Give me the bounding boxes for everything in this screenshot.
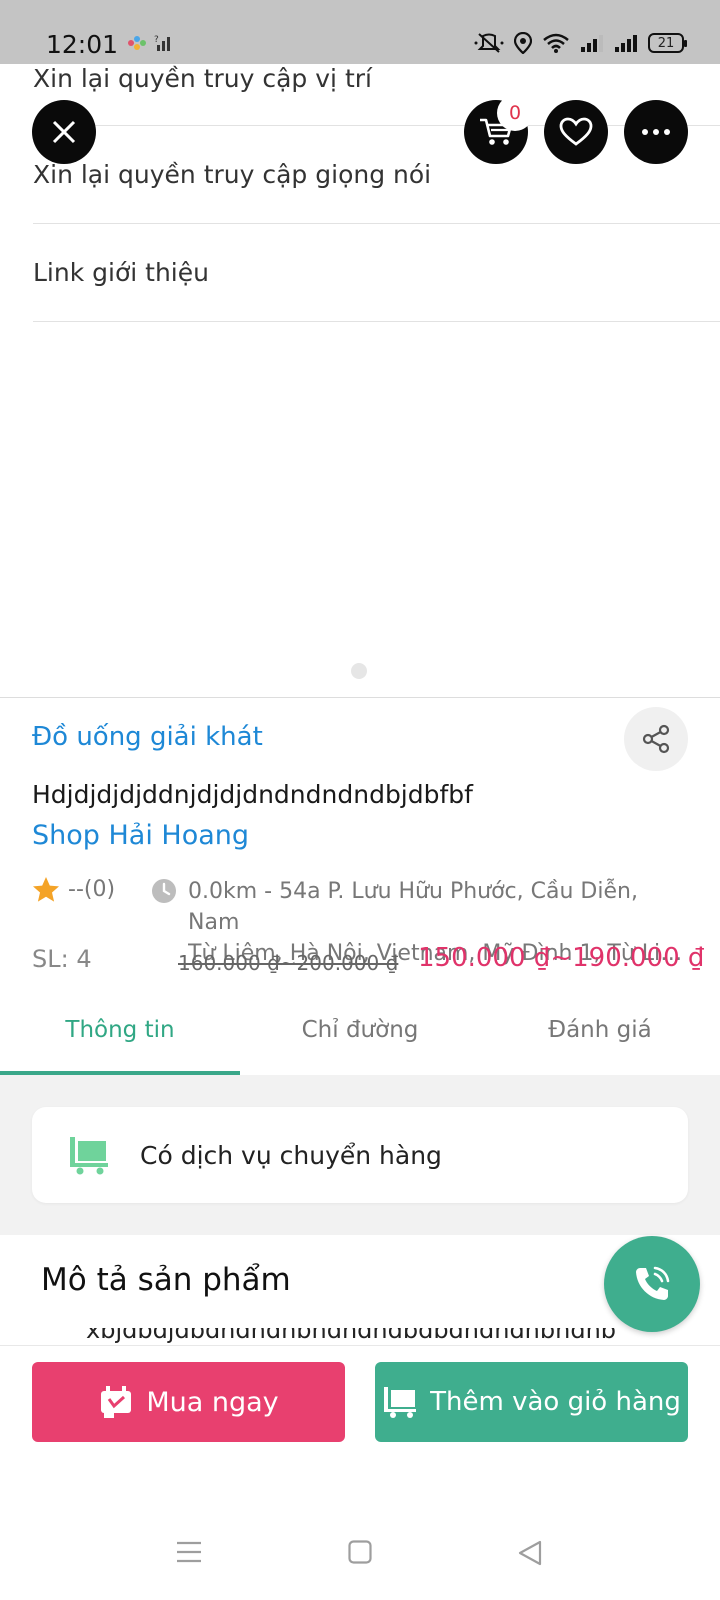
product-category-link[interactable]: Đồ uống giải khát xyxy=(32,722,263,752)
tab-reviews[interactable]: Đánh giá xyxy=(480,985,720,1075)
more-dots-icon xyxy=(642,129,670,135)
original-price: 160.000 ₫~200.000 ₫ xyxy=(178,951,399,975)
heart-icon xyxy=(559,117,593,146)
add-to-cart-label: Thêm vào giỏ hàng xyxy=(430,1387,681,1417)
share-icon xyxy=(642,724,670,754)
status-bar: 12:01 ? 21 xyxy=(0,0,720,64)
shipping-service-card: Có dịch vụ chuyển hàng xyxy=(32,1107,688,1203)
description-text: xbjdbdjdbdhdhdhbhdhdhdbdbdhdhdhbhdhb xyxy=(86,1328,666,1346)
rating-text: --(0) xyxy=(68,877,116,902)
buy-now-button[interactable]: Mua ngay xyxy=(32,1362,345,1442)
shipping-service-label: Có dịch vụ chuyển hàng xyxy=(140,1140,442,1170)
battery-level: 21 xyxy=(657,35,675,51)
clock-icon xyxy=(152,879,176,903)
status-time: 12:01 xyxy=(46,30,119,59)
more-options-button[interactable] xyxy=(624,100,688,164)
product-image-area[interactable] xyxy=(0,0,720,698)
add-to-cart-button[interactable]: Thêm vào giỏ hàng xyxy=(375,1362,688,1442)
product-rating[interactable]: --(0) xyxy=(32,876,115,903)
battery-icon: 21 xyxy=(648,33,687,53)
close-icon xyxy=(52,120,76,144)
call-button[interactable] xyxy=(604,1236,700,1332)
favorite-button[interactable] xyxy=(544,100,608,164)
image-page-indicator xyxy=(351,663,367,679)
app-notification-icon xyxy=(128,36,146,50)
signal-icon xyxy=(581,35,603,52)
back-triangle-icon[interactable] xyxy=(518,1540,542,1566)
tab-info[interactable]: Thông tin xyxy=(0,985,240,1075)
share-button[interactable] xyxy=(624,707,688,771)
buy-now-label: Mua ngay xyxy=(146,1386,279,1418)
mute-vibrate-icon xyxy=(474,33,504,53)
description-text-content: xbjdbdjdbdhdhdhbhdhdhdbdbdhdhdhbhdhb xyxy=(86,1328,617,1344)
wifi-icon xyxy=(543,33,569,53)
status-right-icons: 21 xyxy=(474,32,687,54)
svg-text:?: ? xyxy=(154,35,159,45)
sale-price: 150.000 ₫~190.000 ₫ xyxy=(418,943,705,973)
add-to-cart-icon xyxy=(384,1387,417,1418)
status-left-icons: ? xyxy=(126,33,174,53)
no-sim-signal-icon: ? xyxy=(154,35,170,51)
shipping-cart-icon xyxy=(70,1137,108,1175)
home-square-icon[interactable] xyxy=(348,1540,372,1564)
signal-icon-2 xyxy=(615,35,637,52)
star-icon xyxy=(33,877,59,902)
location-icon xyxy=(514,32,532,54)
product-name: Hdjdjdjdjddnjdjdjdndndndndbjdbfbf xyxy=(32,780,473,809)
phone-call-icon xyxy=(636,1266,670,1300)
shop-name-link[interactable]: Shop Hải Hoang xyxy=(32,820,249,851)
description-title: Mô tả sản phẩm xyxy=(41,1262,291,1298)
cart-count-badge: 0 xyxy=(497,95,533,131)
close-button[interactable] xyxy=(32,100,96,164)
quantity-available: SL: 4 xyxy=(32,945,92,973)
buy-now-icon xyxy=(101,1386,132,1418)
address-line-1: 0.0km - 54a P. Lưu Hữu Phước, Cầu Diễn, … xyxy=(188,879,638,935)
tab-directions[interactable]: Chỉ đường xyxy=(240,985,480,1075)
product-tabs: Thông tin Chỉ đường Đánh giá xyxy=(0,985,720,1075)
menu-lines-icon[interactable] xyxy=(176,1540,202,1564)
